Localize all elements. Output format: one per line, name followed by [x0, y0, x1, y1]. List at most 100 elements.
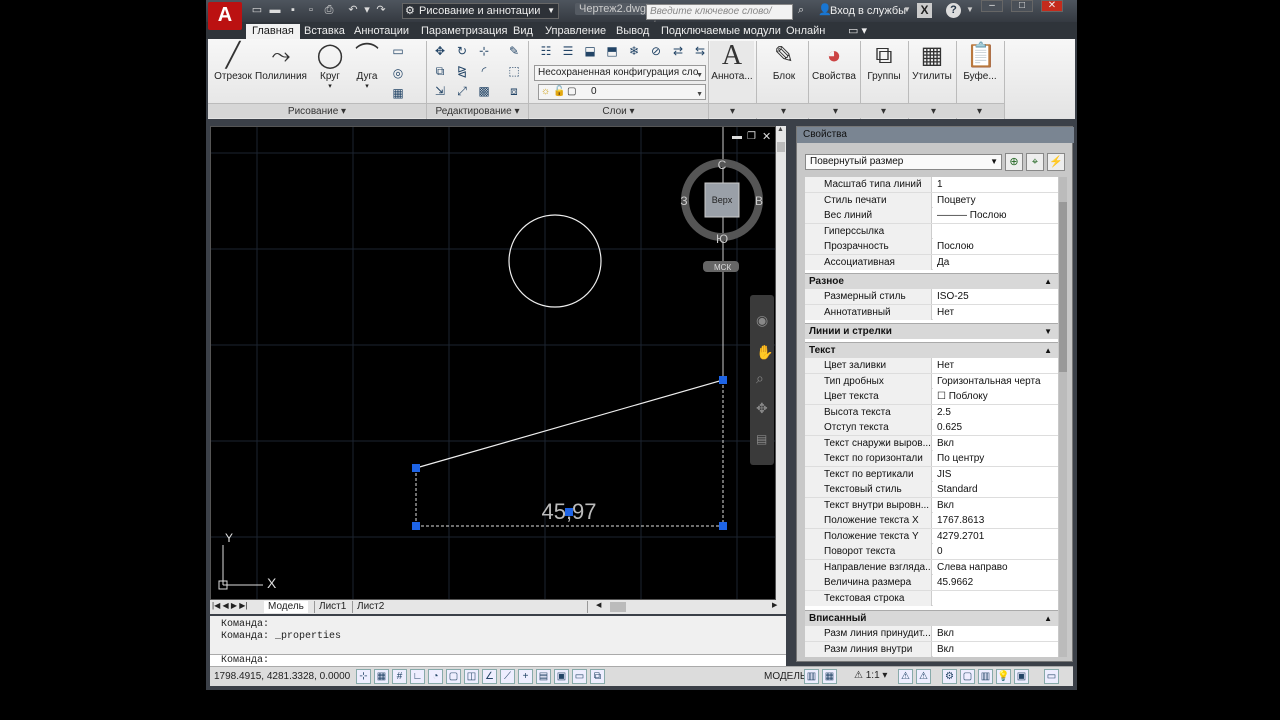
compass-west[interactable]: З [680, 194, 687, 208]
property-row[interactable]: Текст внутри выровн... Вкл [805, 497, 1058, 513]
save-as-icon[interactable]: ▫ [304, 4, 318, 17]
chevron-down-icon[interactable]: ▾ [977, 104, 982, 119]
infer-constraints-icon[interactable]: ⊹ [356, 669, 371, 684]
property-row[interactable]: Величина размера 45.9662 [805, 575, 1058, 591]
layer-select[interactable]: ☼ 🔓 ▢ 0 ▼ [538, 84, 706, 100]
property-row[interactable]: Поворот текста 0 [805, 544, 1058, 560]
property-row[interactable]: Вес линий ——— Послою [805, 208, 1058, 224]
viewport-close-icon[interactable]: ✕ [762, 130, 771, 143]
property-row[interactable]: Отступ текста 0.625 [805, 420, 1058, 436]
layer-unisolate-icon[interactable]: ⬒ [604, 43, 620, 59]
rotate-icon[interactable]: ↻ [454, 43, 470, 59]
ucs-menu-label[interactable]: МСК [714, 263, 731, 272]
h-scroll-thumb[interactable] [610, 602, 626, 612]
quick-properties-icon[interactable]: ▭ [572, 669, 587, 684]
hatch-icon[interactable]: ▦ [390, 85, 406, 101]
snap-mode-icon[interactable]: ▦ [374, 669, 389, 684]
move-icon[interactable]: ✥ [432, 43, 448, 59]
arc-tool[interactable]: ⌒ Дуга ▾ [350, 41, 384, 90]
scale-icon[interactable]: ⤢ [454, 83, 470, 99]
properties-scrollbar[interactable] [1059, 177, 1067, 657]
3d-osnap-icon[interactable]: ◫ [464, 669, 479, 684]
circle-tool[interactable]: ◯ Круг ▾ [312, 41, 348, 90]
isolate-objects-icon[interactable]: 💡 [996, 669, 1011, 684]
workspace-switching-icon[interactable]: ⚙ [942, 669, 957, 684]
object-snap-tracking-icon[interactable]: ∠ [482, 669, 497, 684]
tab-layout1[interactable]: Лист1 [314, 601, 350, 613]
minimize-button[interactable]: – [981, 0, 1003, 12]
annotation-visibility-icon[interactable]: ⚠ [898, 669, 913, 684]
property-row[interactable]: Аннотативный Нет [805, 304, 1058, 320]
first-layout-icon[interactable]: |◀ ◀ ▶ ▶| [212, 601, 247, 610]
groups-panel[interactable]: ⧉ Группы [860, 41, 908, 82]
zoom-icon[interactable]: ⌕ [756, 371, 764, 387]
maximize-button[interactable]: □ [1011, 0, 1033, 12]
erase-icon[interactable]: ✎ [506, 43, 522, 59]
open-file-icon[interactable]: ▬ [268, 4, 282, 17]
chevron-down-icon[interactable]: ▾ [730, 104, 735, 119]
tab-output[interactable]: Вывод [610, 24, 655, 39]
property-row[interactable]: Направление взгляда... Слева направо [805, 559, 1058, 575]
property-row[interactable]: Высота текста 2.5 [805, 404, 1058, 420]
chevron-down-icon[interactable]: ▾ [931, 104, 936, 119]
quick-view-drawings-icon[interactable]: ▦ [822, 669, 837, 684]
tab-annotate[interactable]: Аннотации [348, 24, 415, 39]
help-icon[interactable]: ? [946, 3, 961, 18]
showmotion-icon[interactable]: ▤ [756, 432, 767, 446]
tab-plugins[interactable]: Подключаемые модули [655, 24, 787, 39]
lock-ui-icon[interactable]: ▢ [960, 669, 975, 684]
layer-off-icon[interactable]: ⊘ [648, 43, 664, 59]
category-fit[interactable]: Вписанный ▲ [805, 610, 1058, 626]
properties-scroll-thumb[interactable] [1059, 202, 1067, 372]
offset-icon[interactable]: ⧈ [506, 83, 522, 99]
layer-properties-icon[interactable]: ☷ [538, 43, 554, 59]
object-snap-icon[interactable]: ▢ [446, 669, 461, 684]
ellipse-icon[interactable]: ◎ [390, 65, 406, 81]
scroll-thumb[interactable] [777, 142, 785, 152]
stretch-icon[interactable]: ⇲ [432, 83, 448, 99]
tab-model[interactable]: Модель [264, 601, 308, 613]
property-row[interactable]: Стиль печати Поцвету [805, 192, 1058, 208]
tab-home[interactable]: Главная [246, 24, 300, 39]
clean-screen-icon[interactable]: ▣ [1014, 669, 1029, 684]
category-lines-arrows[interactable]: Линии и стрелки ▼ [805, 323, 1058, 339]
ribbon-options-icon[interactable]: ▭ ▾ [842, 24, 873, 39]
drawing-svg[interactable]: 45,97 Y X Верх С Ю [211, 127, 776, 600]
viewport-restore-icon[interactable]: ❐ [747, 131, 756, 142]
chevron-down-icon[interactable]: ▼ [966, 5, 974, 14]
property-row[interactable]: Текстовый стиль Standard [805, 482, 1058, 498]
chevron-down-icon[interactable]: ▾ [833, 104, 838, 119]
property-row[interactable]: Цвет заливки Нет [805, 358, 1058, 374]
compass-south[interactable]: Ю [716, 232, 728, 246]
layer-state-icon[interactable]: ☰ [560, 43, 576, 59]
splitter[interactable] [587, 601, 588, 613]
property-row[interactable]: Гиперссылка [805, 223, 1058, 239]
tab-manage[interactable]: Управление [539, 24, 612, 39]
category-misc[interactable]: Разное ▲ [805, 273, 1058, 289]
dynamic-ucs-icon[interactable]: ⟋ [500, 669, 515, 684]
layer-change-icon[interactable]: ⇆ [692, 43, 708, 59]
trim-icon[interactable]: ⊹ [476, 43, 492, 59]
property-row[interactable]: Цвет текста ☐ Поблоку [805, 389, 1058, 405]
new-file-icon[interactable]: ▭ [250, 4, 264, 17]
array-icon[interactable]: ▩ [476, 83, 492, 99]
coordinates-readout[interactable]: 1798.4915, 4281.3328, 0.0000 [214, 671, 350, 682]
property-row[interactable]: Текст по горизонтали По центру [805, 451, 1058, 467]
property-row[interactable]: Тип дробных Горизонтальная черта [805, 373, 1058, 389]
lineweight-icon[interactable]: ▤ [536, 669, 551, 684]
property-row[interactable]: Положение текста Y 4279.2701 [805, 528, 1058, 544]
command-input[interactable]: Команда: [210, 654, 786, 666]
property-row[interactable]: Разм линия внутри Вкл [805, 641, 1058, 657]
property-row[interactable]: Масштаб типа линий 1 [805, 177, 1058, 193]
layer-match-icon[interactable]: ⇄ [670, 43, 686, 59]
tab-layout2[interactable]: Лист2 [352, 601, 388, 613]
scroll-left-icon[interactable]: ◀ [596, 601, 601, 609]
palette-title[interactable]: Свойства [797, 127, 1074, 143]
select-objects-icon[interactable]: ⌖ [1026, 153, 1044, 171]
tab-insert[interactable]: Вставка [298, 24, 351, 39]
toggle-pickadd-icon[interactable]: ⊕ [1005, 153, 1023, 171]
copy-icon[interactable]: ⧉ [432, 63, 448, 79]
quick-select-icon[interactable]: ⚡ [1047, 153, 1065, 171]
application-menu-button[interactable]: A [208, 2, 242, 30]
vertical-scrollbar[interactable]: ▲ [776, 126, 786, 600]
